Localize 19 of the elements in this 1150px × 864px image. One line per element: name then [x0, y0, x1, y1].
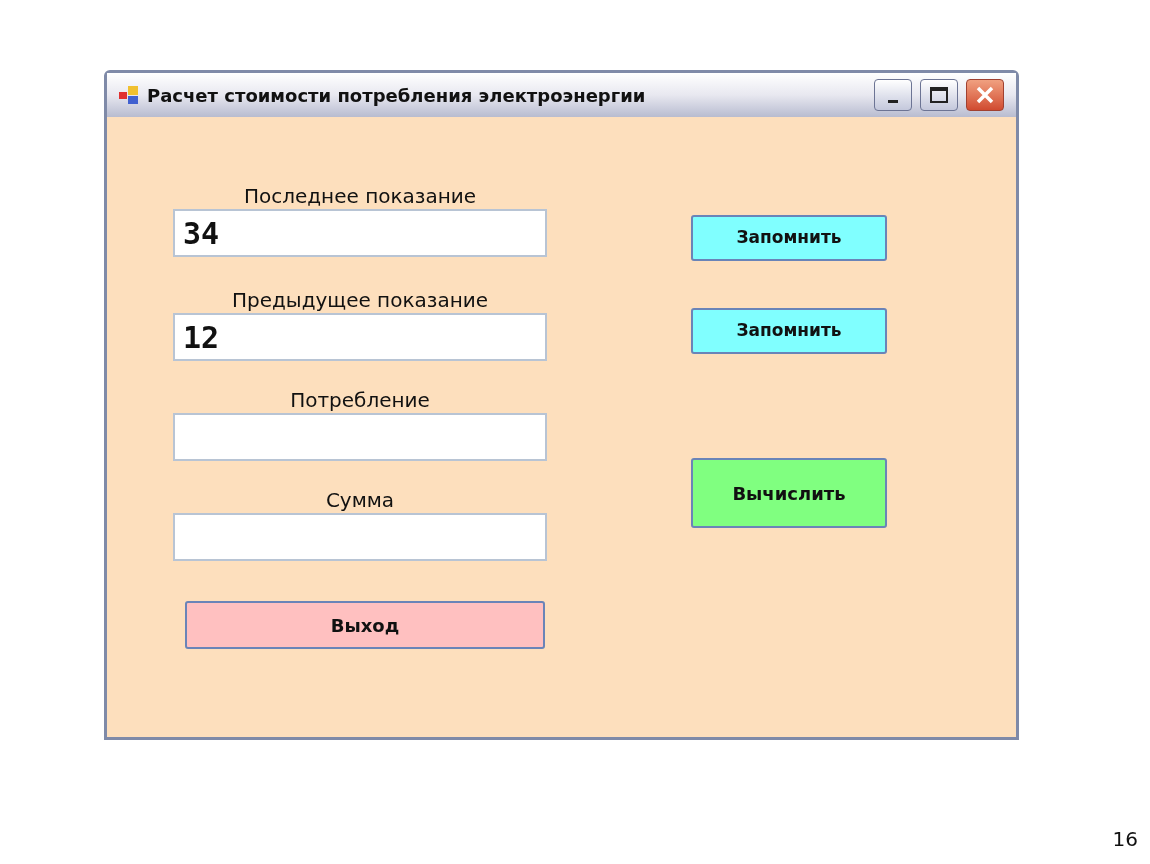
field-label: Потребление [290, 387, 430, 413]
save-button[interactable]: Запомнить [691, 308, 887, 354]
close-button[interactable] [966, 79, 1004, 111]
exit-button[interactable]: Выход [185, 601, 545, 649]
close-icon [976, 86, 994, 104]
slide-number: 16 [1112, 826, 1138, 853]
input-field[interactable]: 34 [173, 209, 547, 257]
input-field[interactable] [173, 413, 547, 461]
field-label: Предыдущее показание [231, 287, 488, 313]
field-label: Сумма [325, 487, 395, 513]
compute-button[interactable]: Вычислить [691, 458, 887, 528]
app-icon [119, 86, 139, 104]
minimize-button[interactable] [874, 79, 912, 111]
input-field[interactable] [173, 513, 547, 561]
input-field[interactable]: 12 [173, 313, 547, 361]
maximize-button[interactable] [920, 79, 958, 111]
window-title: Расчет стоимости потребления электроэнергии [147, 83, 647, 108]
save-button[interactable]: Запомнить [691, 215, 887, 261]
field-label: Последнее показание [243, 183, 477, 209]
